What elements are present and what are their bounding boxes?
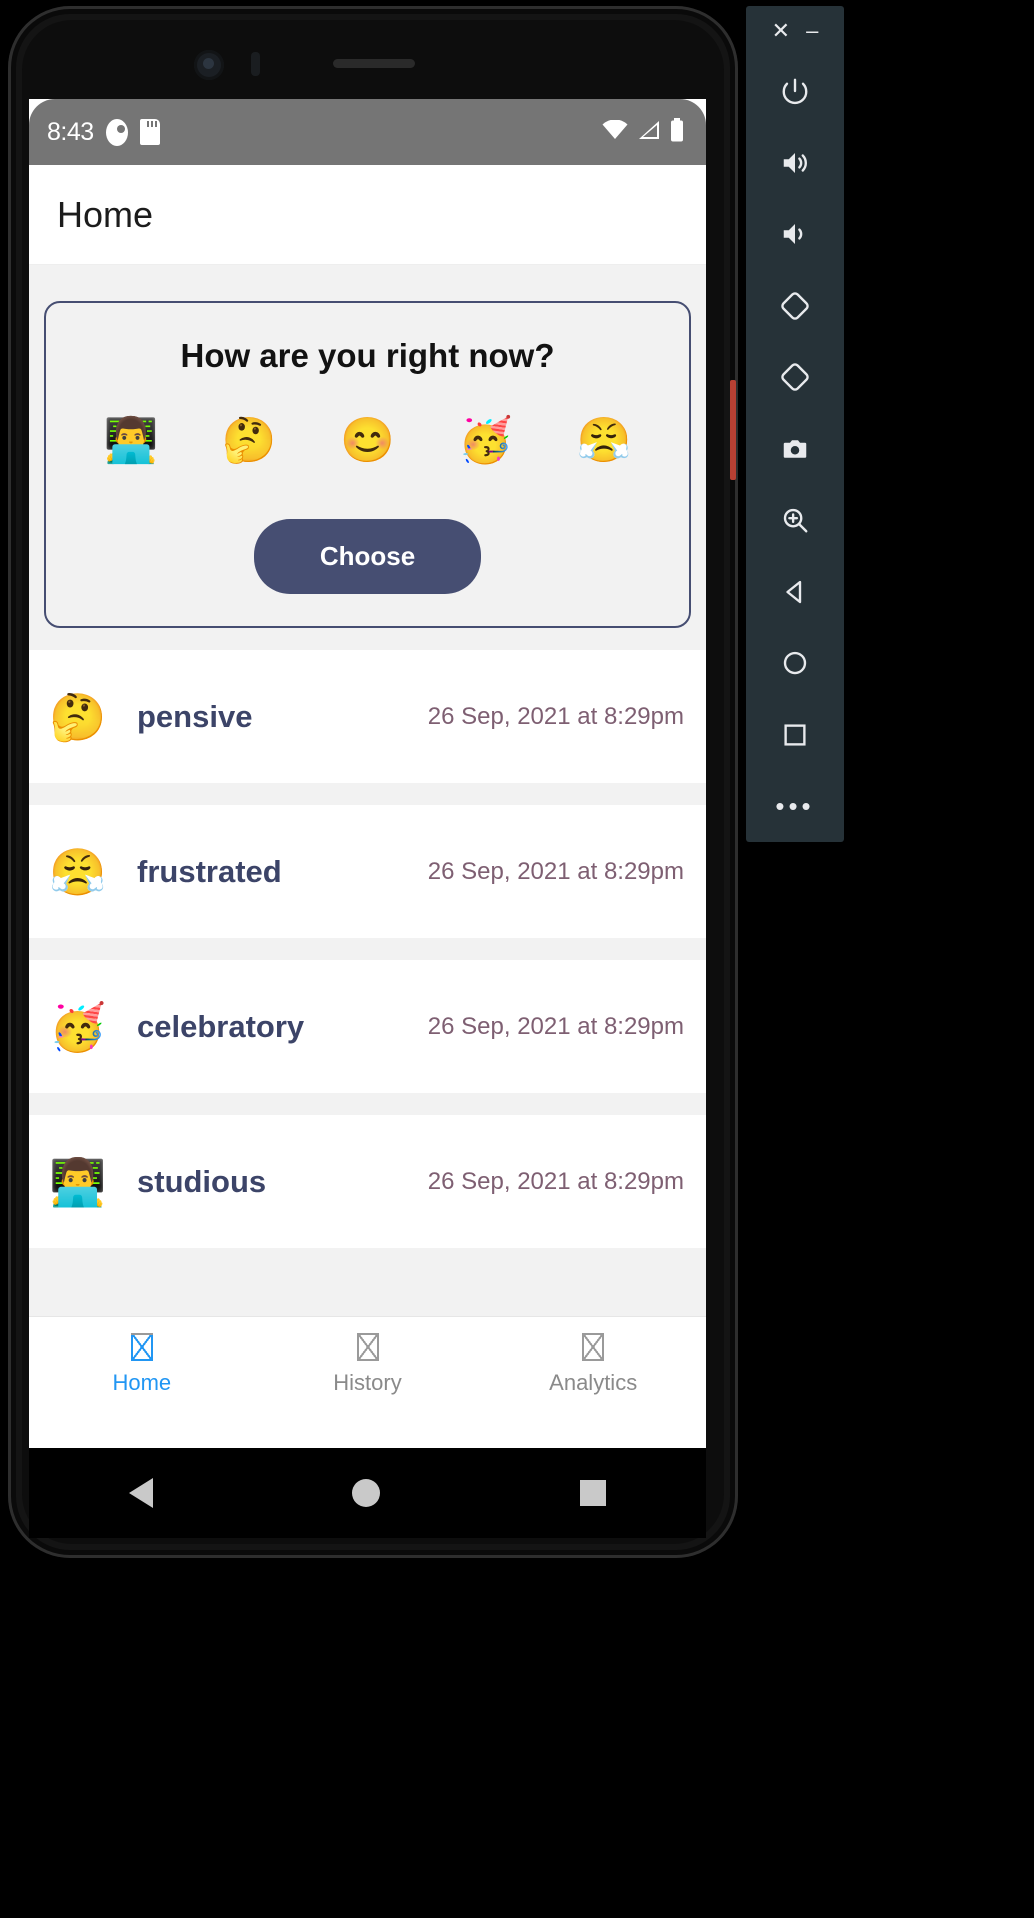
nav-label-history: History [333,1370,402,1395]
nav-label-home: Home [112,1370,172,1395]
mood-label: studious [137,1163,267,1199]
back-button[interactable] [746,556,844,627]
cellular-signal-icon [637,120,661,145]
rotate-left-icon [780,291,810,321]
nav-item-history[interactable]: History [255,1333,481,1396]
table-row[interactable]: 🤔 pensive 26 Sep, 2021 at 8:29pm [29,650,706,783]
page-title: Home [57,193,154,235]
status-bar-left: 8:43 [47,118,160,147]
mood-label: frustrated [137,853,282,889]
emulator-toolbar: ✕ – ••• [746,6,844,842]
home-button-icon[interactable] [352,1479,381,1507]
list-bottom-gap [29,1248,706,1316]
thinking-face-emoji: 🤔 [49,690,107,743]
android-system-nav [29,1448,706,1538]
history-icon [356,1333,379,1361]
mood-timestamp: 26 Sep, 2021 at 8:29pm [427,1012,684,1040]
overview-button[interactable] [746,699,844,770]
recents-button-icon[interactable] [580,1480,607,1506]
bottom-navigation: Home History Analytics [29,1316,706,1412]
power-icon [780,76,810,106]
nav-item-analytics[interactable]: Analytics [480,1333,706,1396]
row-separator [29,938,706,960]
earpiece-speaker [333,59,415,68]
rotate-right-button[interactable] [746,342,844,413]
mood-card-zone: How are you right now? 👨‍💻 🤔 😊 🥳 😤 Choos… [29,265,706,628]
status-bar: 8:43 [29,99,706,165]
home-circle-icon [780,648,810,678]
choose-button[interactable]: Choose [253,519,482,594]
sd-card-icon [139,119,160,145]
volume-up-button[interactable] [746,127,844,198]
do-not-disturb-icon [105,118,128,146]
volume-up-icon [780,148,810,178]
camera-icon [780,434,810,464]
table-row[interactable]: 😤 frustrated 26 Sep, 2021 at 8:29pm [29,805,706,938]
thinking-face-emoji[interactable]: 🤔 [212,419,286,463]
technologist-emoji[interactable]: 👨‍💻 [94,419,168,463]
sensor-icon [251,52,260,76]
table-row[interactable]: 👨‍💻 studious 26 Sep, 2021 at 8:29pm [29,1115,706,1248]
window-buttons: ✕ – [746,6,844,56]
technologist-emoji: 👨‍💻 [49,1155,107,1208]
back-button-icon[interactable] [128,1478,153,1508]
partying-face-emoji: 🥳 [49,1000,107,1053]
mood-label: celebratory [137,1008,305,1044]
overview-square-icon [780,720,810,750]
volume-down-icon [780,219,810,249]
battery-icon [670,117,684,147]
mood-picker-card: How are you right now? 👨‍💻 🤔 😊 🥳 😤 Choos… [44,301,691,628]
app-bar: Home [29,165,706,265]
face-with-steam-emoji[interactable]: 😤 [567,419,641,463]
mood-timestamp: 26 Sep, 2021 at 8:29pm [427,857,684,885]
face-with-steam-emoji: 😤 [49,845,107,898]
choose-button-wrap: Choose [66,519,669,594]
smiling-face-emoji[interactable]: 😊 [330,419,404,463]
emoji-选择-row: 👨‍💻 🤔 😊 🥳 😤 [66,419,669,463]
zoom-icon [780,505,810,535]
row-separator [29,1093,706,1115]
table-row[interactable]: 🥳 celebratory 26 Sep, 2021 at 8:29pm [29,960,706,1093]
zoom-button[interactable] [746,485,844,556]
mood-label: pensive [137,698,253,734]
more-button[interactable]: ••• [746,770,844,841]
main-content: How are you right now? 👨‍💻 🤔 😊 🥳 😤 Choos… [29,265,706,1316]
status-bar-clock: 8:43 [47,117,94,146]
home-button[interactable] [746,628,844,699]
close-icon[interactable]: ✕ [772,19,790,42]
home-icon [130,1333,153,1361]
phone-screen: 8:43 Home [29,99,706,1448]
partying-face-emoji[interactable]: 🥳 [449,419,523,463]
analytics-icon [582,1333,605,1361]
front-camera-icon [194,50,224,80]
back-triangle-icon [780,577,810,607]
emulator-screenshot: 8:43 Home [0,0,1034,1918]
volume-rocker[interactable] [730,380,736,480]
rotate-right-icon [780,362,810,392]
mood-timestamp: 26 Sep, 2021 at 8:29pm [427,1167,684,1195]
power-button[interactable] [746,56,844,127]
rotate-left-button[interactable] [746,270,844,341]
screenshot-button[interactable] [746,413,844,484]
nav-label-analytics: Analytics [549,1370,638,1395]
mood-timestamp: 26 Sep, 2021 at 8:29pm [427,702,684,730]
row-separator [29,783,706,805]
minimize-icon[interactable]: – [806,19,818,42]
nav-item-home[interactable]: Home [29,1333,255,1396]
more-icon: ••• [775,790,815,821]
list-top-gap [29,628,706,650]
status-bar-right [602,117,684,147]
mood-question: How are you right now? [180,337,555,374]
wifi-icon [602,118,628,145]
volume-down-button[interactable] [746,199,844,270]
